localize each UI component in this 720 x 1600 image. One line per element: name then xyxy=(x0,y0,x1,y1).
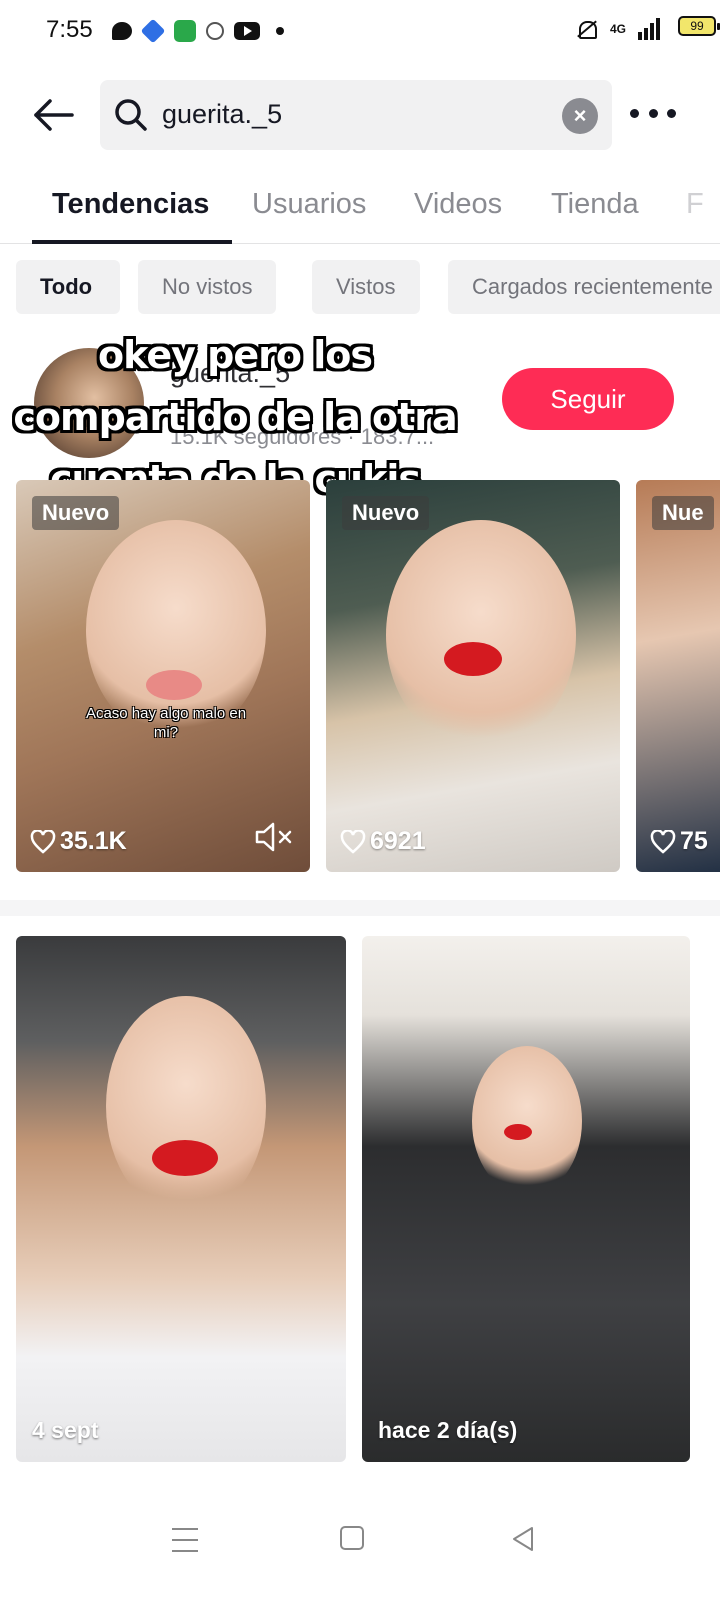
chat-notification-icon xyxy=(112,22,132,40)
back-triangle-icon[interactable] xyxy=(508,1524,538,1554)
heart-icon xyxy=(650,829,676,854)
heart-icon xyxy=(340,829,366,854)
new-badge: Nuevo xyxy=(32,496,120,530)
search-tabs: Tendencias Usuarios Videos Tienda F xyxy=(0,180,720,244)
arrow-left-icon xyxy=(34,99,74,131)
back-button[interactable] xyxy=(30,92,76,138)
video-thumbnail-detail xyxy=(152,1140,218,1176)
app-notification-icon xyxy=(140,18,166,44)
dot-icon xyxy=(630,108,639,118)
tab-tienda[interactable]: Tienda xyxy=(551,188,639,221)
follow-button[interactable]: Seguir xyxy=(502,368,674,430)
like-count-value: 6921 xyxy=(370,827,426,855)
muted-speaker-icon[interactable] xyxy=(254,820,294,854)
video-grid-item[interactable]: hace 2 día(s) xyxy=(362,936,690,1462)
video-thumbnail-detail xyxy=(504,1124,532,1140)
video-caption-line: mi? xyxy=(153,724,179,741)
filter-cargados-recientemente[interactable]: Cargados recientemente xyxy=(448,260,720,314)
search-query[interactable]: guerita._5 xyxy=(162,99,282,130)
video-caption-line: Acaso hay algo malo en xyxy=(85,705,247,722)
menu-line-icon xyxy=(172,1528,198,1530)
overlay-caption-line: compartido de la otra xyxy=(13,395,457,439)
menu-line-icon xyxy=(172,1550,198,1552)
active-tab-indicator xyxy=(32,240,232,244)
video-thumbnail xyxy=(106,996,266,1216)
notification-icons xyxy=(112,18,284,44)
menu-line-icon xyxy=(172,1539,198,1541)
video-thumbnail-detail xyxy=(444,642,502,676)
close-icon: × xyxy=(573,103,587,128)
tab-partial[interactable]: F xyxy=(686,188,704,221)
like-count: 75 xyxy=(650,827,708,856)
tab-usuarios[interactable]: Usuarios xyxy=(252,188,366,221)
filter-chips: Todo No vistos Vistos Cargados recientem… xyxy=(16,260,720,314)
youtube-notification-icon xyxy=(234,22,260,40)
clear-search-button[interactable]: × xyxy=(562,98,598,134)
video-thumbnail-detail xyxy=(146,670,202,700)
search-input[interactable]: guerita._5 × xyxy=(100,80,612,150)
like-count-value: 75 xyxy=(680,827,708,855)
video-grid-item[interactable]: 4 sept xyxy=(16,936,346,1462)
search-icon xyxy=(115,99,147,131)
tiktok-notification-icon xyxy=(206,22,224,40)
like-count: 6921 xyxy=(340,827,426,856)
like-count: 35.1K xyxy=(30,827,127,856)
network-type-label: 4G xyxy=(609,22,626,36)
video-thumbnail xyxy=(386,520,576,750)
filter-vistos[interactable]: Vistos xyxy=(312,260,420,314)
system-navigation-bar xyxy=(0,1480,720,1600)
silent-mode-icon xyxy=(574,18,598,40)
status-time: 7:55 xyxy=(46,16,93,43)
status-bar: 7:55 4G 99 xyxy=(0,0,720,64)
dot-icon xyxy=(648,108,658,118)
video-caption: Acaso hay algo malo en mi? xyxy=(66,704,266,742)
video-thumbnail xyxy=(472,1046,582,1196)
new-badge: Nue xyxy=(652,496,714,530)
video-date: hace 2 día(s) xyxy=(378,1417,518,1443)
battery-icon: 99 xyxy=(678,16,720,36)
filter-no-vistos[interactable]: No vistos xyxy=(138,260,277,314)
more-options-button[interactable] xyxy=(630,100,676,126)
video-card[interactable]: Nue 75 xyxy=(636,480,720,872)
video-card[interactable]: Nuevo 6921 xyxy=(326,480,620,872)
heart-icon xyxy=(30,829,56,854)
tab-videos[interactable]: Videos xyxy=(414,188,502,221)
video-card[interactable]: Nuevo Acaso hay algo malo en mi? 35.1K xyxy=(16,480,310,872)
home-button[interactable] xyxy=(340,1526,364,1550)
recent-apps-button[interactable] xyxy=(172,1528,202,1552)
like-count-value: 35.1K xyxy=(60,827,127,855)
tab-tendencias[interactable]: Tendencias xyxy=(52,188,209,221)
more-notifications-dot-icon xyxy=(276,27,284,35)
system-icons: 4G 99 xyxy=(574,16,720,40)
overlay-caption-line: okey pero los xyxy=(98,333,373,377)
new-badge: Nuevo xyxy=(342,496,430,530)
signal-icon xyxy=(638,18,660,40)
dot-icon xyxy=(667,108,676,118)
calculator-notification-icon xyxy=(174,20,196,42)
filter-todo[interactable]: Todo xyxy=(16,260,120,314)
video-carousel: Nuevo Acaso hay algo malo en mi? 35.1K N… xyxy=(0,480,720,872)
video-date: 4 sept xyxy=(32,1417,99,1443)
section-divider xyxy=(0,900,720,916)
